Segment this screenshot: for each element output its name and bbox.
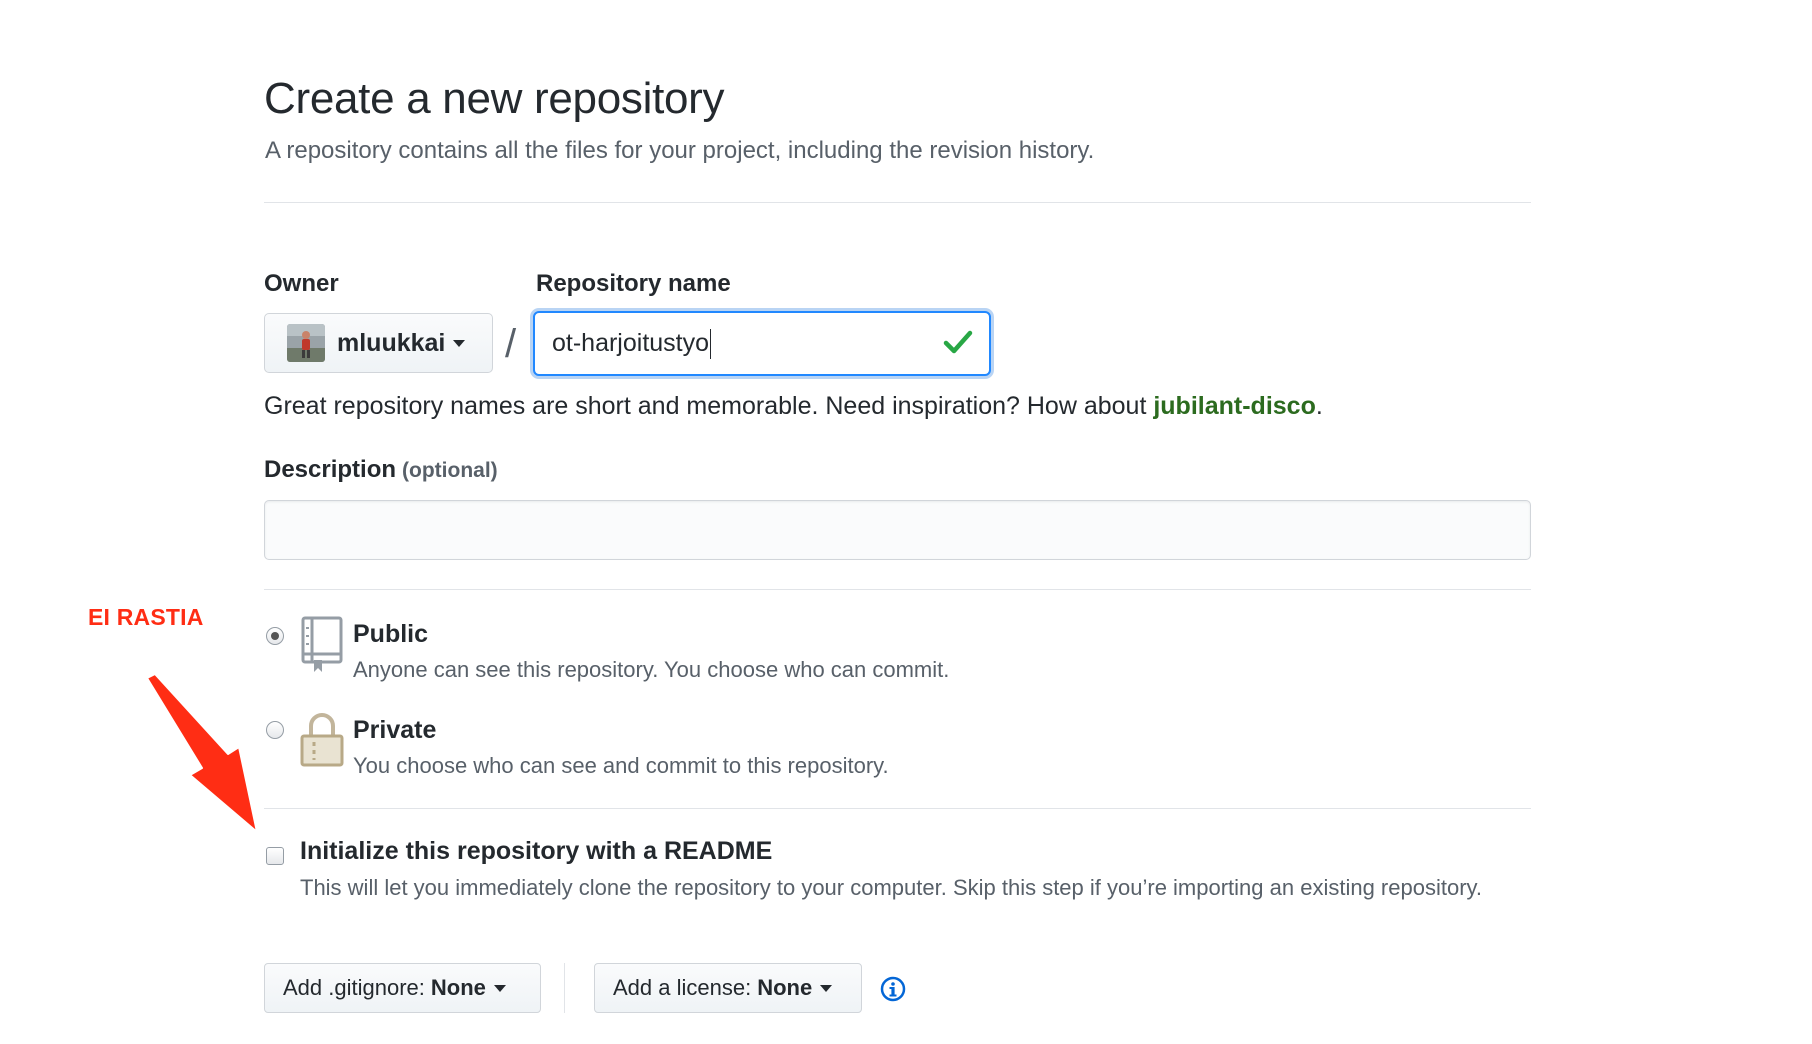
readme-title[interactable]: Initialize this repository with a README [300, 837, 772, 866]
description-input[interactable] [264, 500, 1531, 560]
gitignore-value: None [430, 975, 486, 1000]
repository-name-label: Repository name [536, 270, 731, 297]
radio-public[interactable] [266, 627, 284, 645]
private-description: You choose who can see and commit to thi… [353, 753, 889, 778]
text-cursor [710, 328, 712, 359]
header-divider [264, 202, 1531, 203]
gitignore-label: Add .gitignore: [283, 975, 425, 1000]
owner-label: Owner [264, 270, 339, 297]
description-label: Description (optional) [264, 456, 498, 484]
public-description: Anyone can see this repository. You choo… [353, 657, 950, 682]
page-title: Create a new repository [264, 74, 725, 123]
lock-icon [300, 710, 344, 773]
readme-checkbox[interactable] [266, 847, 284, 865]
name-hint: Great repository names are short and mem… [264, 392, 1323, 421]
readme-description: This will let you immediately clone the … [300, 875, 1482, 900]
repo-icon [300, 616, 344, 679]
chevron-down-icon [453, 339, 466, 347]
annotation-label: EI RASTIA [88, 604, 204, 630]
check-icon [943, 329, 973, 360]
annotation-arrow-icon [140, 672, 270, 843]
description-optional: (optional) [402, 459, 498, 482]
public-title: Public [353, 620, 429, 648]
owner-select[interactable]: mluukkai [264, 313, 493, 373]
repository-name-input[interactable]: ot-harjoitustyo [533, 311, 991, 376]
name-hint-end: . [1315, 392, 1323, 420]
license-value: None [757, 975, 813, 1000]
gitignore-select-button[interactable]: Add .gitignore: None [264, 963, 541, 1013]
owner-name: mluukkai [337, 328, 446, 357]
button-separator [564, 963, 565, 1013]
owner-repo-separator: / [505, 322, 517, 366]
description-label-text: Description [264, 456, 397, 483]
name-hint-text: Great repository names are short and mem… [264, 392, 1154, 420]
repository-name-value: ot-harjoitustyo [552, 329, 710, 357]
license-select-button[interactable]: Add a license: None [594, 963, 862, 1013]
suggested-name-link[interactable]: jubilant-disco [1153, 392, 1316, 420]
info-icon[interactable] [880, 976, 906, 1002]
description-divider [264, 589, 1531, 590]
chevron-down-icon [493, 984, 506, 992]
private-title: Private [353, 716, 437, 744]
license-label: Add a license: [613, 975, 752, 1000]
avatar [287, 324, 325, 362]
page-subtitle: A repository contains all the files for … [265, 137, 1095, 164]
visibility-divider [264, 808, 1531, 809]
chevron-down-icon [820, 984, 833, 992]
